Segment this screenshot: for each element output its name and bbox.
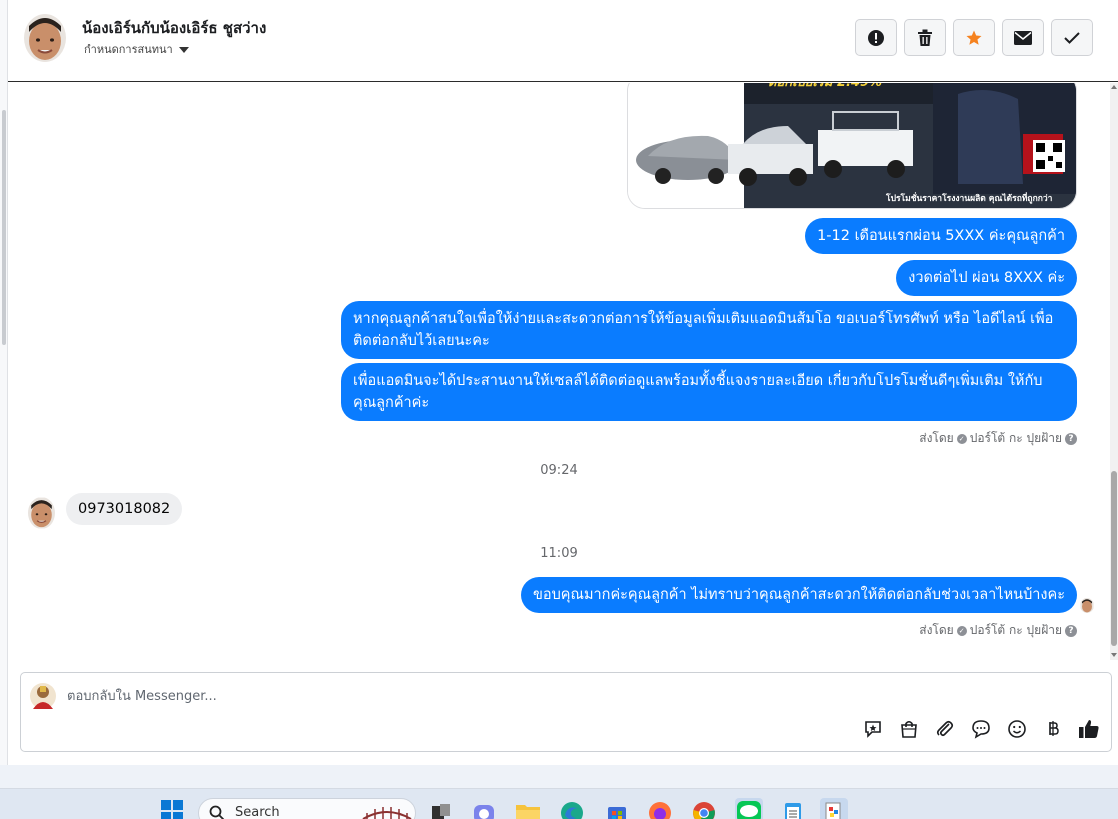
assign-conversation-dropdown[interactable]: กำหนดการสนทนา bbox=[84, 40, 189, 58]
caret-down-icon bbox=[178, 47, 189, 53]
sent-by-info: ส่งโดย ✓ ปอร์โต้ กะ ปุยฝ้าย ? bbox=[919, 429, 1077, 448]
seen-avatar bbox=[1080, 598, 1094, 613]
payment-button[interactable] bbox=[1041, 717, 1065, 741]
mail-icon bbox=[1014, 30, 1032, 45]
sent-by-label: ส่งโดย bbox=[919, 623, 954, 637]
windows-start-button[interactable] bbox=[160, 799, 184, 819]
taskbar-top-strip bbox=[0, 765, 1118, 789]
store-icon bbox=[608, 807, 626, 819]
scroll-up-arrow-icon[interactable] bbox=[1111, 85, 1117, 89]
sender-name[interactable]: ปอร์โต้ กะ ปุยฝ้าย bbox=[970, 621, 1062, 640]
outgoing-message[interactable]: ขอบคุณมากค่ะคุณลูกค้า ไม่ทราบว่าคุณลูกค้… bbox=[520, 577, 1077, 613]
contact-avatar[interactable] bbox=[24, 14, 66, 62]
star-button[interactable] bbox=[953, 19, 995, 56]
emoji-button[interactable] bbox=[1005, 717, 1029, 741]
conversation-header: น้องเอิร์นกับน้องเอิร์ธ ชูสว่าง กำหนดการ… bbox=[8, 0, 1118, 82]
firefox-button[interactable] bbox=[648, 801, 672, 819]
incoming-message[interactable]: 0973018082 bbox=[66, 493, 183, 525]
help-icon[interactable]: ? bbox=[1065, 432, 1077, 445]
scroll-down-arrow-icon[interactable] bbox=[1111, 653, 1117, 657]
outgoing-message[interactable]: หากคุณลูกค้าสนใจเพื่อให้ง่ายและสะดวกต่อก… bbox=[341, 301, 1077, 359]
outgoing-message[interactable]: งวดต่อไป ผ่อน 8XXX ค่ะ bbox=[896, 260, 1077, 296]
spam-icon bbox=[868, 29, 884, 46]
notepad-icon bbox=[785, 803, 801, 819]
reply-composer bbox=[20, 672, 1112, 752]
left-scroll-thumb[interactable] bbox=[2, 110, 6, 345]
help-icon[interactable]: ? bbox=[1065, 624, 1077, 637]
assign-label: กำหนดการสนทนา bbox=[84, 43, 173, 56]
conversation-window: น้องเอิร์นกับน้องเอิร์ธ ชูสว่าง กำหนดการ… bbox=[0, 0, 1118, 765]
mark-unread-button[interactable] bbox=[1002, 19, 1044, 56]
line-button[interactable] bbox=[735, 798, 763, 819]
chrome-icon bbox=[693, 802, 715, 819]
search-label: Search bbox=[235, 805, 280, 819]
contact-name: น้องเอิร์นกับน้องเอิร์ธ ชูสว่าง bbox=[82, 19, 267, 37]
promo-headline: ดอกเบี้ยเริ่ม 2.49% bbox=[768, 83, 882, 92]
sent-by-info: ส่งโดย ✓ ปอร์โต้ กะ ปุยฝ้าย ? bbox=[919, 621, 1077, 640]
search-icon bbox=[209, 805, 225, 819]
message-thread[interactable]: ดอกเบี้ยเริ่ม 2.49% โปรโมชั่นราคาโรงงานผ… bbox=[8, 83, 1110, 660]
edge-icon bbox=[561, 802, 583, 819]
chrome-button[interactable] bbox=[692, 801, 716, 819]
task-view-icon bbox=[432, 804, 450, 819]
quick-reply-button[interactable] bbox=[969, 717, 993, 741]
sent-by-label: ส่งโดย bbox=[919, 431, 954, 445]
baht-icon bbox=[1049, 721, 1059, 736]
thread-scrollbar[interactable] bbox=[1110, 83, 1118, 660]
windows-start-icon bbox=[161, 800, 183, 819]
taskbar-search[interactable]: Search bbox=[198, 798, 416, 819]
timestamp: 09:24 bbox=[540, 463, 578, 478]
thumbs-up-icon bbox=[1079, 720, 1099, 738]
sender-name[interactable]: ปอร์โต้ กะ ปุยฝ้าย bbox=[970, 429, 1062, 448]
delete-button[interactable] bbox=[904, 19, 946, 56]
teams-icon bbox=[474, 805, 494, 819]
shop-bag-icon bbox=[901, 720, 917, 738]
star-icon bbox=[966, 30, 982, 45]
send-like-button[interactable] bbox=[1077, 717, 1101, 741]
outgoing-message[interactable]: 1-12 เดือนแรกผ่อน 5XXX ค่ะคุณลูกค้า bbox=[805, 218, 1077, 254]
left-pane-scrollbar[interactable] bbox=[0, 0, 8, 765]
paint-icon bbox=[820, 798, 848, 819]
contact-avatar-small[interactable] bbox=[28, 497, 55, 529]
firefox-icon bbox=[649, 802, 671, 819]
saved-reply-icon bbox=[865, 721, 881, 738]
attach-icon bbox=[936, 720, 954, 737]
paint-button[interactable] bbox=[820, 798, 848, 819]
timestamp: 11:09 bbox=[540, 546, 578, 561]
outgoing-message[interactable]: เพื่อแอดมินจะได้ประสานงานให้เซลล์ได้ติดต… bbox=[341, 363, 1077, 421]
teams-button[interactable] bbox=[472, 801, 496, 819]
notepad-button[interactable] bbox=[782, 801, 804, 819]
page-avatar bbox=[29, 681, 57, 711]
search-highlight-icon bbox=[362, 807, 412, 819]
scroll-thumb[interactable] bbox=[1111, 471, 1117, 646]
store-button[interactable] bbox=[606, 801, 628, 819]
task-view-button[interactable] bbox=[430, 801, 452, 819]
promo-image-attachment[interactable]: ดอกเบี้ยเริ่ม 2.49% โปรโมชั่นราคาโรงงานผ… bbox=[627, 83, 1077, 209]
trash-icon bbox=[918, 29, 932, 46]
line-icon bbox=[735, 798, 763, 819]
mark-done-button[interactable] bbox=[1051, 19, 1093, 56]
chat-bubble-icon bbox=[972, 720, 990, 739]
mark-spam-button[interactable] bbox=[855, 19, 897, 56]
check-icon bbox=[1064, 31, 1080, 44]
file-explorer-button[interactable] bbox=[515, 801, 541, 819]
windows-taskbar bbox=[0, 765, 1118, 819]
edge-button[interactable] bbox=[560, 801, 584, 819]
attach-button[interactable] bbox=[933, 717, 957, 741]
verified-icon: ✓ bbox=[956, 625, 967, 636]
emoji-icon bbox=[1008, 720, 1026, 738]
shop-button[interactable] bbox=[897, 717, 921, 741]
verified-icon: ✓ bbox=[956, 433, 967, 444]
reply-input[interactable] bbox=[67, 685, 967, 707]
file-explorer-icon bbox=[516, 805, 540, 819]
promo-caption: โปรโมชั่นราคาโรงงานผลิต คุณได้รถที่ถูกกว… bbox=[886, 194, 1053, 204]
saved-reply-button[interactable] bbox=[861, 717, 885, 741]
